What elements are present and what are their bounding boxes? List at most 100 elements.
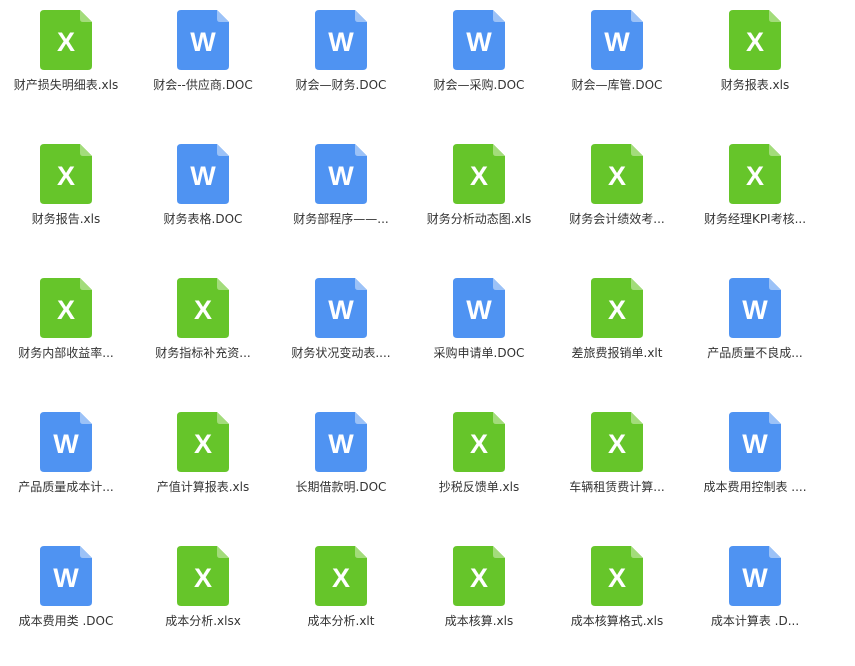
word-file-item[interactable]: W 财会—财务.DOC [275, 0, 407, 120]
excel-file-item[interactable]: X 财务指标补充资... [137, 268, 269, 388]
file-name-label: 成本分析.xlt [307, 614, 375, 628]
excel-file-item[interactable]: X 财务报告.xls [0, 134, 132, 254]
word-file-item[interactable]: W 财务状况变动表.... [275, 268, 407, 388]
file-type-letter: X [608, 429, 626, 459]
excel-file-item[interactable]: X 成本分析.xlsx [137, 536, 269, 656]
word-file-item[interactable]: W 成本费用类 .DOC [0, 536, 132, 656]
file-type-letter: X [57, 27, 75, 57]
excel-file-icon: X [177, 278, 229, 338]
file-name-label: 财会—采购.DOC [433, 78, 525, 92]
file-type-letter: W [604, 27, 630, 57]
word-file-icon: W [315, 412, 367, 472]
file-name-label: 采购申请单.DOC [433, 346, 525, 360]
file-type-letter: X [470, 429, 488, 459]
excel-file-icon: X [40, 10, 92, 70]
word-file-icon: W [729, 412, 781, 472]
file-name-label: 产品质量成本计... [18, 480, 114, 494]
excel-file-icon: X [591, 144, 643, 204]
file-name-label: 车辆租赁费计算... [569, 480, 665, 494]
excel-file-item[interactable]: X 成本核算格式.xls [551, 536, 683, 656]
excel-file-icon: X [591, 412, 643, 472]
word-file-icon: W [315, 144, 367, 204]
file-name-label: 产值计算报表.xls [156, 480, 250, 494]
file-name-label: 财务表格.DOC [163, 212, 243, 226]
file-type-letter: X [470, 161, 488, 191]
file-name-label: 财务指标补充资... [155, 346, 251, 360]
word-file-icon: W [40, 412, 92, 472]
excel-file-icon: X [453, 412, 505, 472]
word-file-icon: W [177, 10, 229, 70]
file-type-letter: W [742, 295, 768, 325]
file-type-letter: X [194, 429, 212, 459]
file-type-letter: W [53, 429, 79, 459]
file-name-label: 财务部程序——... [293, 212, 389, 226]
file-name-label: 成本计算表 .D... [710, 614, 800, 628]
file-type-letter: W [328, 27, 354, 57]
excel-file-item[interactable]: X 财务会计绩效考... [551, 134, 683, 254]
file-type-letter: X [608, 295, 626, 325]
word-file-item[interactable]: W 财务表格.DOC [137, 134, 269, 254]
file-type-letter: W [328, 295, 354, 325]
excel-file-item[interactable]: X 财务内部收益率... [0, 268, 132, 388]
file-name-label: 财务报告.xls [31, 212, 101, 226]
excel-file-item[interactable]: X 财务经理KPI考核... [689, 134, 821, 254]
file-name-label: 财务内部收益率... [18, 346, 114, 360]
excel-file-icon: X [177, 412, 229, 472]
file-name-label: 财务分析动态图.xls [426, 212, 532, 226]
excel-file-item[interactable]: X 财产损失明细表.xls [0, 0, 132, 120]
word-file-item[interactable]: W 采购申请单.DOC [413, 268, 545, 388]
excel-file-item[interactable]: X 差旅费报销单.xlt [551, 268, 683, 388]
word-file-item[interactable]: W 财会--供应商.DOC [137, 0, 269, 120]
excel-file-icon: X [729, 144, 781, 204]
excel-file-icon: X [40, 144, 92, 204]
word-file-item[interactable]: W 产品质量不良成... [689, 268, 821, 388]
word-file-item[interactable]: W 产品质量成本计... [0, 402, 132, 522]
file-name-label: 成本分析.xlsx [165, 614, 241, 628]
excel-file-item[interactable]: X 产值计算报表.xls [137, 402, 269, 522]
file-type-letter: W [466, 27, 492, 57]
excel-file-icon: X [453, 144, 505, 204]
file-type-letter: X [194, 295, 212, 325]
file-name-label: 差旅费报销单.xlt [571, 346, 663, 360]
excel-file-item[interactable]: X 财务报表.xls [689, 0, 821, 120]
word-file-item[interactable]: W 长期借款明.DOC [275, 402, 407, 522]
file-type-letter: W [742, 429, 768, 459]
file-type-letter: X [332, 563, 350, 593]
word-file-icon: W [729, 278, 781, 338]
word-file-item[interactable]: W 财会—采购.DOC [413, 0, 545, 120]
word-file-item[interactable]: W 财务部程序——... [275, 134, 407, 254]
file-type-letter: W [53, 563, 79, 593]
word-file-icon: W [315, 10, 367, 70]
excel-file-item[interactable]: X 车辆租赁费计算... [551, 402, 683, 522]
file-type-letter: W [190, 161, 216, 191]
word-file-icon: W [453, 10, 505, 70]
file-name-label: 财会—财务.DOC [295, 78, 387, 92]
excel-file-item[interactable]: X 成本核算.xls [413, 536, 545, 656]
file-name-label: 财务报表.xls [720, 78, 790, 92]
excel-file-icon: X [729, 10, 781, 70]
file-name-label: 成本核算格式.xls [570, 614, 664, 628]
excel-file-icon: X [591, 546, 643, 606]
file-name-label: 财会--供应商.DOC [153, 78, 253, 92]
file-name-label: 财产损失明细表.xls [13, 78, 119, 92]
file-name-label: 产品质量不良成... [707, 346, 803, 360]
excel-file-item[interactable]: X 成本分析.xlt [275, 536, 407, 656]
excel-file-icon: X [40, 278, 92, 338]
file-type-letter: W [328, 429, 354, 459]
file-type-letter: X [746, 27, 764, 57]
file-type-letter: W [328, 161, 354, 191]
file-name-label: 财会—库管.DOC [571, 78, 663, 92]
file-name-label: 财务经理KPI考核... [703, 212, 807, 226]
file-type-letter: X [194, 563, 212, 593]
file-name-label: 长期借款明.DOC [295, 480, 387, 494]
file-name-label: 财务会计绩效考... [569, 212, 665, 226]
word-file-item[interactable]: W 财会—库管.DOC [551, 0, 683, 120]
word-file-icon: W [177, 144, 229, 204]
excel-file-item[interactable]: X 抄税反馈单.xls [413, 402, 545, 522]
word-file-item[interactable]: W 成本费用控制表 .... [689, 402, 821, 522]
word-file-item[interactable]: W 成本计算表 .D... [689, 536, 821, 656]
excel-file-icon: X [453, 546, 505, 606]
file-name-label: 成本费用类 .DOC [18, 614, 114, 628]
excel-file-item[interactable]: X 财务分析动态图.xls [413, 134, 545, 254]
file-type-letter: X [470, 563, 488, 593]
